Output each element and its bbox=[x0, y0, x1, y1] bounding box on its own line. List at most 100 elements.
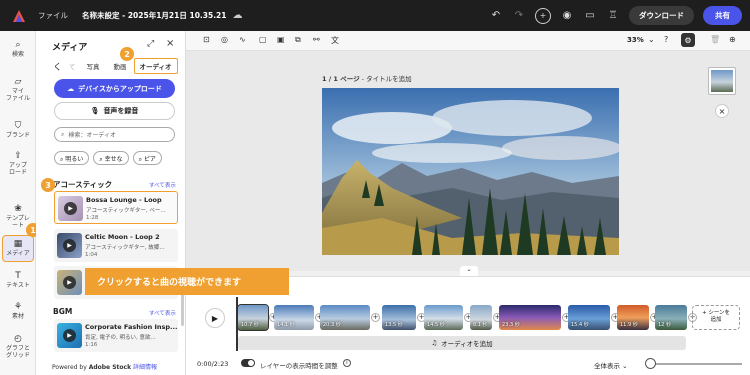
tab-video[interactable]: 動画 bbox=[107, 61, 134, 71]
grid-settings-icon[interactable]: ⚙ bbox=[681, 33, 695, 47]
rail-item-brand[interactable]: ⛉ ブランド bbox=[2, 121, 34, 140]
translate-icon[interactable]: 文 bbox=[331, 35, 339, 46]
add-page-icon[interactable]: ⊕ bbox=[729, 35, 736, 44]
chevron-down-icon[interactable]: ⌄ bbox=[460, 266, 478, 276]
chip-bright[interactable]: ⌕ 明るい bbox=[54, 151, 90, 165]
frame-icon[interactable]: ▢ bbox=[259, 35, 267, 44]
add-title-link[interactable]: - タイトルを追加 bbox=[360, 75, 412, 83]
adobe-express-logo-icon[interactable] bbox=[12, 9, 26, 23]
upload-from-device-button[interactable]: ☁ デバイスからアップロード bbox=[54, 79, 175, 98]
crop-icon[interactable]: ▣ bbox=[277, 35, 285, 44]
chip-piano[interactable]: ⌕ ピア bbox=[132, 151, 162, 165]
timeline-clip[interactable]: 20.3 秒 bbox=[320, 305, 370, 330]
document-title[interactable]: 名称未設定 - 2025年1月21日 10.35.21 bbox=[82, 10, 226, 21]
comment-icon[interactable]: ▭ bbox=[583, 10, 597, 21]
scene-photo[interactable] bbox=[322, 88, 619, 255]
play-icon[interactable]: ▶ bbox=[63, 239, 76, 252]
ai-edit-icon[interactable]: ⊡ bbox=[203, 35, 210, 44]
cloud-icon: ☁ bbox=[232, 10, 243, 21]
clip-duration: 23.3 秒 bbox=[502, 322, 520, 328]
invite-user-icon[interactable]: + bbox=[535, 7, 551, 24]
audio-track-item[interactable]: ▶ Bossa Lounge - Loop アコースティックギター, ベー...… bbox=[54, 191, 178, 224]
close-icon[interactable]: × bbox=[166, 38, 174, 49]
clip-duration: 11.9 秒 bbox=[620, 322, 638, 328]
shapes-icon[interactable]: ∿ bbox=[239, 35, 246, 44]
rail-item-grids[interactable]: ◴ グラフと グリッド bbox=[2, 334, 34, 360]
bgm-heading: BGM bbox=[53, 307, 73, 316]
template-icon: ❀ bbox=[14, 204, 22, 214]
play-icon[interactable]: ▶ bbox=[64, 202, 77, 215]
timeline-clip[interactable]: 10.7 秒 bbox=[237, 304, 269, 331]
play-button[interactable]: ▶ bbox=[205, 308, 225, 328]
gift-icon[interactable]: ♖ bbox=[606, 10, 620, 21]
page-thumbnail[interactable] bbox=[708, 67, 736, 95]
rail-item-elements[interactable]: ⚘ 素材 bbox=[2, 302, 34, 321]
lightbulb-icon[interactable]: ◉ bbox=[560, 10, 574, 21]
track-desc: アコースティックギター, ベー... bbox=[86, 208, 166, 214]
rail-item-my-files[interactable]: ▱ マイ ファイル bbox=[2, 77, 34, 103]
link-icon[interactable]: ⚯ bbox=[313, 35, 320, 44]
timeline-clip[interactable]: 15.4 秒 bbox=[568, 305, 610, 330]
add-audio-bar[interactable]: ♫ オーディオを追加 bbox=[238, 336, 686, 350]
bgm-see-all-link[interactable]: すべて表示 bbox=[149, 309, 176, 317]
rail-label: 検索 bbox=[11, 51, 24, 59]
rail-label: アップ ロード bbox=[8, 162, 27, 177]
step-badge-3: 3 bbox=[41, 178, 55, 192]
clip-duration: 20.3 秒 bbox=[323, 322, 341, 328]
timeline-clip[interactable]: 11.9 秒 bbox=[617, 305, 649, 330]
tab-photo[interactable]: 写真 bbox=[80, 61, 107, 71]
track-duration: 1:16 bbox=[85, 342, 98, 348]
timeline-clip[interactable]: 23.3 秒 bbox=[499, 305, 561, 330]
play-icon[interactable]: ▶ bbox=[63, 276, 76, 289]
redo-icon[interactable]: ↷ bbox=[512, 10, 526, 21]
add-scene-button[interactable]: + シーンを 追加 bbox=[692, 305, 740, 330]
chip-happy[interactable]: ⌕ 幸せな bbox=[93, 151, 129, 165]
tab-hidden[interactable]: て bbox=[65, 61, 80, 71]
trash-icon[interactable]: 🗑 bbox=[710, 35, 720, 44]
timeline-clip[interactable]: 8.1 秒 bbox=[470, 305, 492, 330]
add-transition-icon[interactable]: + bbox=[371, 313, 380, 322]
rail-label: グラフと グリッド bbox=[5, 345, 30, 360]
media-icon: ▦ bbox=[13, 239, 23, 249]
expand-icon[interactable]: ⤢ bbox=[147, 39, 154, 49]
details-link[interactable]: 詳細情報 bbox=[133, 364, 157, 371]
info-icon[interactable]: i bbox=[343, 359, 351, 367]
track-name: Corporate Fashion Insp... bbox=[85, 323, 178, 331]
rail-label: マイ ファイル bbox=[5, 88, 30, 103]
rail-item-media[interactable]: ▦ メディア bbox=[2, 235, 34, 263]
download-button[interactable]: ダウンロード bbox=[629, 6, 694, 25]
layer-duration-toggle[interactable] bbox=[241, 359, 255, 367]
timeline-clip[interactable]: 13.5 秒 bbox=[382, 305, 416, 330]
close-icon[interactable]: × bbox=[715, 104, 729, 118]
rail-item-upload[interactable]: ⇪ アップ ロード bbox=[2, 151, 34, 177]
timeline-clip[interactable]: 14.5 秒 bbox=[424, 305, 463, 330]
rail-item-text[interactable]: T テキスト bbox=[2, 271, 34, 290]
play-icon[interactable]: ▶ bbox=[63, 329, 76, 342]
record-audio-button[interactable]: 🎙 音声を録音 bbox=[54, 102, 175, 120]
share-button[interactable]: 共有 bbox=[703, 6, 742, 25]
timeline-zoom-slider[interactable] bbox=[650, 363, 742, 365]
search-icon: ⌕ bbox=[15, 40, 21, 50]
audio-track-item[interactable]: ▶ Celtic Moon - Loop 2 アコースティックギター, 故郷..… bbox=[54, 229, 178, 262]
file-menu[interactable]: ファイル bbox=[38, 10, 68, 21]
rail-item-search[interactable]: ⌕ 検索 bbox=[2, 40, 34, 59]
view-select[interactable]: 全体表示 ⌄ bbox=[594, 360, 628, 370]
timeline-clip[interactable]: 12 秒 bbox=[655, 305, 687, 330]
zoom-level[interactable]: 33% bbox=[627, 36, 644, 44]
chevron-down-icon[interactable]: ⌄ bbox=[648, 35, 655, 44]
page-label: 1 / 1 ページ - タイトルを追加 bbox=[322, 73, 412, 83]
clip-duration: 8.1 秒 bbox=[473, 322, 488, 328]
undo-icon[interactable]: ↶ bbox=[489, 10, 503, 21]
rail-label: メディア bbox=[6, 250, 30, 258]
timeline-clip[interactable]: 14.1 秒 bbox=[274, 305, 314, 330]
search-input[interactable]: ⌕ 検索：オーディオ bbox=[54, 127, 175, 142]
tab-audio[interactable]: オーディオ bbox=[133, 58, 178, 74]
tab-back-chevron-icon[interactable]: く bbox=[50, 60, 65, 73]
acoustic-see-all-link[interactable]: すべて表示 bbox=[149, 181, 176, 189]
effects-icon[interactable]: ◎ bbox=[221, 35, 228, 44]
help-icon[interactable]: ? bbox=[664, 35, 668, 44]
rail-label: テキスト bbox=[6, 282, 30, 290]
audio-track-item[interactable]: ▶ Corporate Fashion Insp... 肯定, 電子の, 明るい… bbox=[54, 319, 178, 352]
slider-knob[interactable] bbox=[645, 358, 656, 369]
layers-icon[interactable]: ⧉ bbox=[295, 35, 301, 45]
